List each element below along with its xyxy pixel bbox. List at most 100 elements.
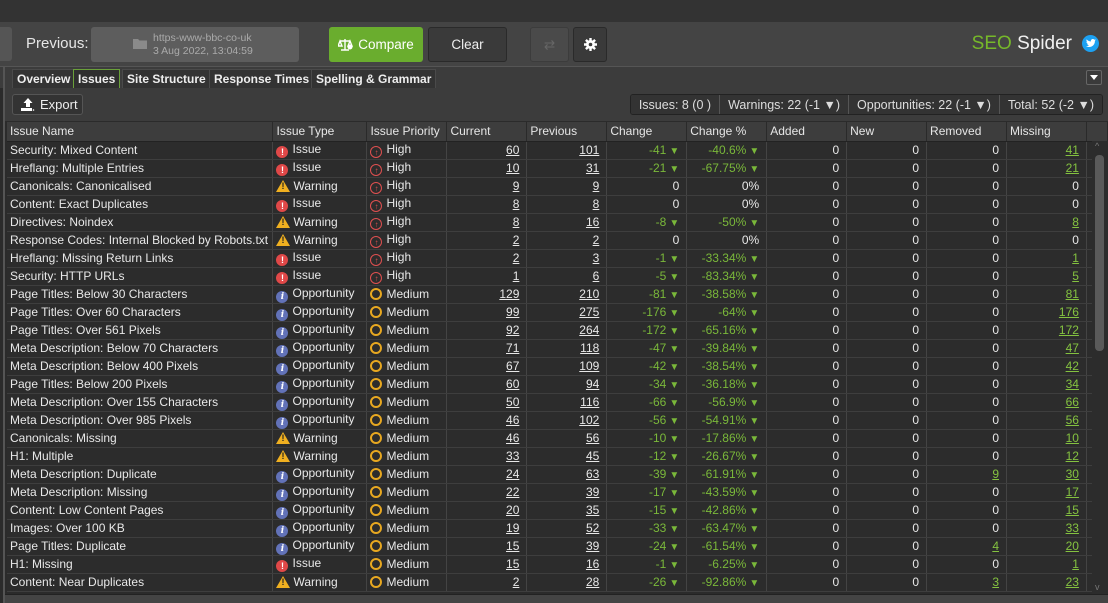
previous-cell[interactable]: 94: [526, 375, 608, 394]
issue-name-cell[interactable]: H1: Missing: [7, 555, 274, 574]
table-row[interactable]: Content: Exact Duplicates! Issue ↑ High 8 8 0 0…: [7, 195, 1108, 214]
issue-name-cell[interactable]: Meta Description: Missing: [7, 483, 274, 502]
missing-link[interactable]: 42: [1066, 359, 1079, 373]
issue-name-cell[interactable]: Hreflang: Missing Return Links: [7, 249, 274, 268]
tab-overview[interactable]: Overview: [12, 69, 76, 88]
current-cell[interactable]: 60: [446, 375, 528, 394]
column-header-issue-type[interactable]: Issue Type: [272, 122, 368, 142]
current-link[interactable]: 71: [506, 341, 519, 355]
current-link[interactable]: 60: [506, 143, 519, 157]
issue-name-cell[interactable]: Meta Description: Over 985 Pixels: [7, 411, 274, 430]
table-row[interactable]: Page Titles: Below 30 Characters i Opportu…: [7, 285, 1108, 304]
issue-name-cell[interactable]: Meta Description: Over 155 Characters: [7, 393, 274, 412]
opportunities-count[interactable]: Opportunities: 22 (-1 ▼): [848, 95, 999, 114]
column-header-new[interactable]: New: [846, 122, 928, 142]
previous-link[interactable]: 39: [586, 539, 599, 553]
current-link[interactable]: 2: [513, 233, 520, 247]
current-link[interactable]: 20: [506, 503, 519, 517]
previous-cell[interactable]: 39: [526, 483, 608, 502]
clear-button[interactable]: Clear: [428, 27, 507, 62]
missing-cell[interactable]: 176: [1006, 303, 1087, 322]
missing-link[interactable]: 34: [1066, 377, 1079, 391]
table-row[interactable]: Meta Description: Over 155 Characters i Op…: [7, 393, 1108, 412]
previous-cell[interactable]: 102: [526, 411, 608, 430]
missing-cell[interactable]: 20: [1006, 537, 1087, 556]
current-cell[interactable]: 67: [446, 357, 528, 376]
table-row[interactable]: Canonicals: Canonicalised Warning ↑High 9 9 0…: [7, 177, 1108, 196]
column-header-removed[interactable]: Removed: [926, 122, 1007, 142]
tab-response-times[interactable]: Response Times: [209, 69, 315, 88]
missing-link[interactable]: 56: [1066, 413, 1079, 427]
current-link[interactable]: 92: [506, 323, 519, 337]
missing-link[interactable]: 172: [1059, 323, 1079, 337]
table-row[interactable]: Images: Over 100 KB i Opportunity Medium 19 5…: [7, 519, 1108, 538]
previous-link[interactable]: 118: [580, 341, 599, 355]
removed-link[interactable]: 3: [992, 575, 999, 589]
previous-cell[interactable]: 28: [526, 573, 608, 592]
previous-cell[interactable]: 118: [526, 339, 608, 358]
compare-button[interactable]: Compare: [329, 27, 423, 62]
tabs-dropdown-button[interactable]: [1086, 70, 1102, 85]
vertical-scrollbar[interactable]: ^ v: [1092, 141, 1108, 594]
column-header-change[interactable]: Change %: [686, 122, 768, 142]
missing-link[interactable]: 81: [1066, 287, 1079, 301]
previous-cell[interactable]: 2: [526, 231, 608, 250]
previous-cell[interactable]: 56: [526, 429, 608, 448]
horizontal-scrollbar[interactable]: [5, 594, 1108, 603]
issue-name-cell[interactable]: Content: Exact Duplicates: [7, 195, 274, 214]
issue-name-cell[interactable]: Content: Low Content Pages: [7, 501, 274, 520]
current-cell[interactable]: 15: [446, 555, 528, 574]
missing-link[interactable]: 66: [1066, 395, 1079, 409]
current-link[interactable]: 33: [506, 449, 519, 463]
missing-link[interactable]: 47: [1066, 341, 1079, 355]
issue-name-cell[interactable]: Hreflang: Multiple Entries: [7, 159, 274, 178]
table-row[interactable]: Page Titles: Over 60 Characters i Opportun…: [7, 303, 1108, 322]
previous-link[interactable]: 8: [593, 197, 600, 211]
previous-link[interactable]: 109: [579, 359, 599, 373]
previous-link[interactable]: 102: [579, 413, 599, 427]
swap-button[interactable]: ⇄: [530, 27, 569, 62]
tab-spelling-grammar[interactable]: Spelling & Grammar: [311, 69, 437, 88]
previous-link[interactable]: 210: [579, 287, 599, 301]
removed-link[interactable]: 4: [992, 539, 999, 553]
missing-link[interactable]: 1: [1072, 251, 1079, 265]
previous-cell[interactable]: 6: [526, 267, 608, 286]
current-cell[interactable]: 129: [446, 285, 528, 304]
table-row[interactable]: Canonicals: MissingWarningMedium4656-10▼…: [7, 429, 1108, 448]
current-cell[interactable]: 10: [446, 159, 528, 178]
issue-name-cell[interactable]: H1: Multiple: [7, 447, 274, 466]
missing-link[interactable]: 5: [1072, 269, 1079, 283]
previous-cell[interactable]: 16: [526, 555, 608, 574]
removed-link[interactable]: 9: [992, 467, 999, 481]
issue-name-cell[interactable]: Page Titles: Below 30 Characters: [7, 285, 274, 304]
previous-link[interactable]: 116: [580, 395, 599, 409]
table-row[interactable]: Content: Near Duplicates Warning Medium 2 28…: [7, 573, 1108, 592]
current-cell[interactable]: 33: [446, 447, 528, 466]
removed-cell[interactable]: 9: [926, 465, 1007, 484]
table-row[interactable]: Meta Description: Below 70 Characters i Op…: [7, 339, 1108, 358]
column-header-current[interactable]: Current: [446, 122, 528, 142]
current-link[interactable]: 60: [506, 377, 519, 391]
table-row[interactable]: Security: Mixed Content! Issue ↑ High 60 101-…: [7, 141, 1108, 160]
column-header-issue-name[interactable]: Issue Name: [7, 122, 274, 142]
current-cell[interactable]: 8: [446, 195, 528, 214]
warnings-count[interactable]: Warnings: 22 (-1 ▼): [719, 95, 849, 114]
table-row[interactable]: Page Titles: Below 200 Pixels i Opportunit…: [7, 375, 1108, 394]
table-row[interactable]: Hreflang: Multiple Entries! Issue ↑ High 10 3…: [7, 159, 1108, 178]
previous-link[interactable]: 39: [586, 485, 599, 499]
previous-cell[interactable]: 45: [526, 447, 608, 466]
previous-link[interactable]: 275: [579, 305, 599, 319]
missing-link[interactable]: 8: [1072, 215, 1079, 229]
previous-link[interactable]: 16: [586, 557, 599, 571]
current-cell[interactable]: 50: [446, 393, 528, 412]
previous-crawl-selector[interactable]: https-www-bbc-co-uk 3 Aug 2022, 13:04:59: [91, 27, 299, 62]
settings-button[interactable]: [573, 27, 607, 62]
issue-name-cell[interactable]: Response Codes: Internal Blocked by Robo…: [7, 231, 274, 250]
current-link[interactable]: 19: [506, 521, 519, 535]
previous-link[interactable]: 31: [586, 161, 599, 175]
issue-name-cell[interactable]: Security: Mixed Content: [7, 141, 274, 160]
missing-cell[interactable]: 47: [1006, 339, 1087, 358]
current-crawl-button[interactable]: [0, 27, 12, 61]
tab-issues[interactable]: Issues: [73, 69, 121, 88]
missing-cell[interactable]: 21: [1006, 159, 1087, 178]
